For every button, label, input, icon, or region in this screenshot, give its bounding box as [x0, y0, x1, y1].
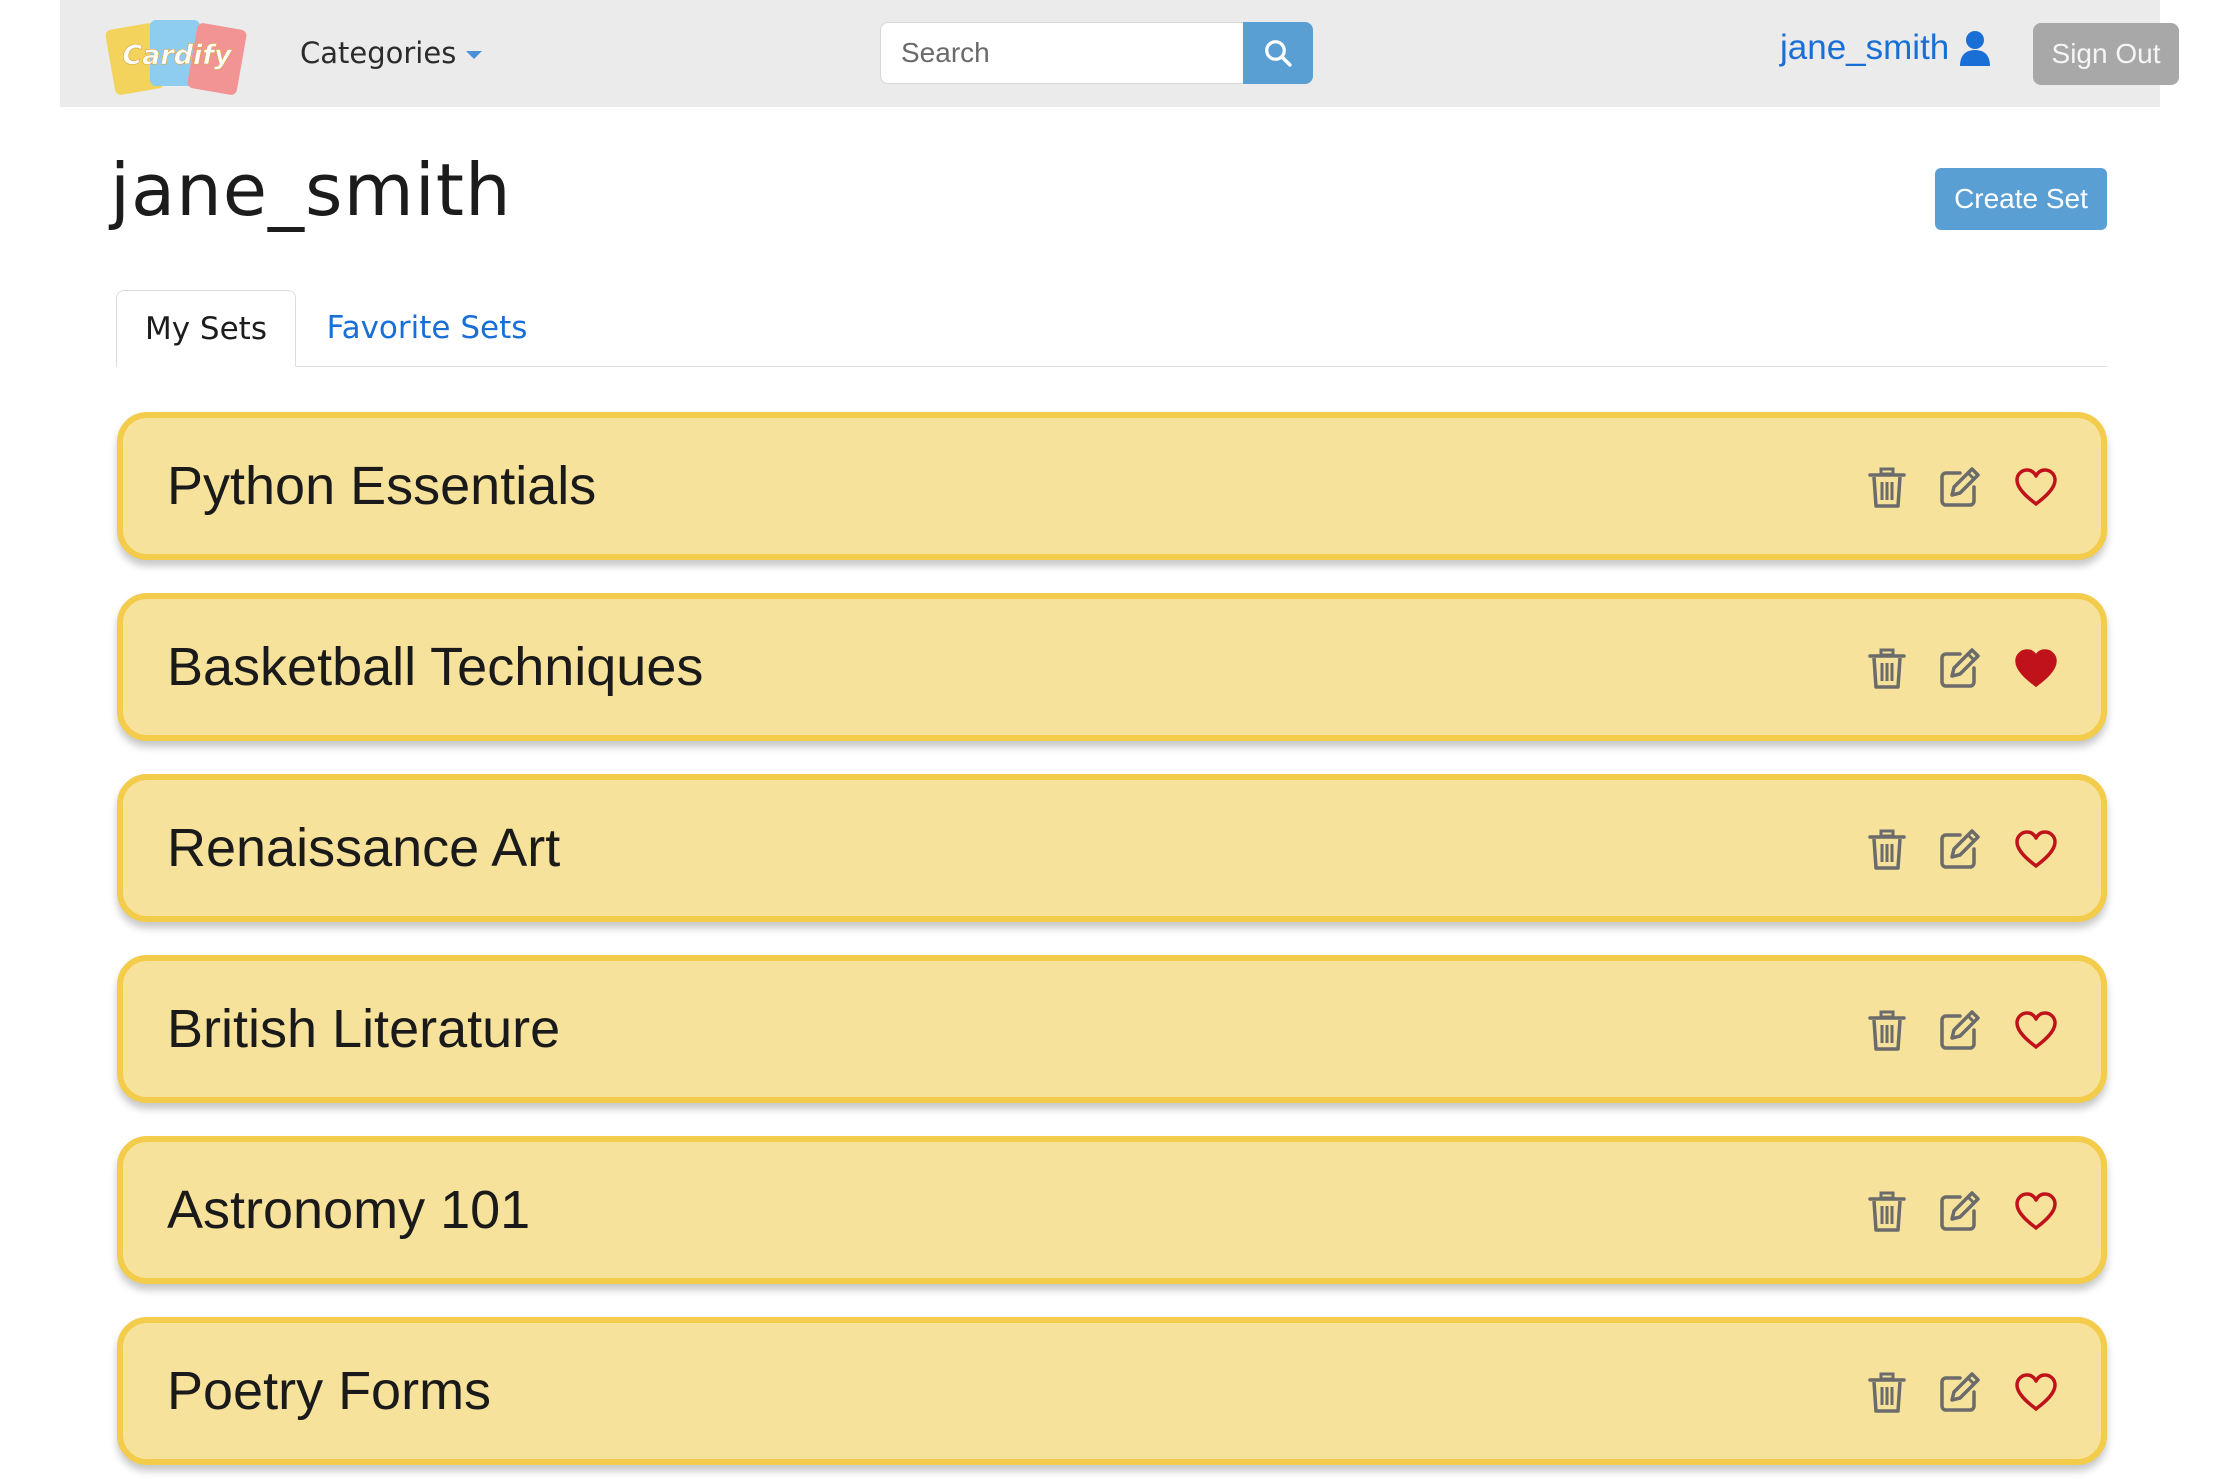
heart-icon[interactable] — [2014, 1007, 2058, 1053]
categories-dropdown[interactable]: Categories — [300, 36, 483, 70]
navbar: Cardify Categories jane_smith Sign Out — [60, 0, 2179, 107]
edit-icon[interactable] — [1938, 1007, 1982, 1053]
trash-icon[interactable] — [1865, 1369, 1909, 1415]
username-label: jane_smith — [1780, 28, 1950, 67]
edit-icon[interactable] — [1938, 826, 1982, 872]
page-title: jane_smith — [110, 148, 512, 232]
set-title[interactable]: Renaissance Art — [167, 780, 560, 916]
sign-out-button[interactable]: Sign Out — [2033, 23, 2179, 85]
set-card[interactable]: Astronomy 101 — [117, 1136, 2107, 1284]
tab-my-sets[interactable]: My Sets — [116, 290, 296, 367]
set-card[interactable]: Python Essentials — [117, 412, 2107, 560]
create-set-button[interactable]: Create Set — [1935, 168, 2107, 230]
set-card[interactable]: Poetry Forms — [117, 1317, 2107, 1465]
set-title[interactable]: British Literature — [167, 961, 560, 1097]
edit-icon[interactable] — [1938, 645, 1982, 691]
heart-icon[interactable] — [2014, 826, 2058, 872]
cardify-logo[interactable]: Cardify — [102, 14, 252, 98]
chevron-down-icon — [466, 51, 483, 59]
set-title[interactable]: Basketball Techniques — [167, 599, 703, 735]
user-profile-link[interactable]: jane_smith — [1780, 28, 1991, 68]
heart-icon[interactable] — [2014, 464, 2058, 510]
trash-icon[interactable] — [1865, 1007, 1909, 1053]
edit-icon[interactable] — [1938, 464, 1982, 510]
logo-text: Cardify — [122, 40, 233, 71]
categories-label: Categories — [300, 36, 457, 70]
search-input[interactable] — [880, 22, 1244, 84]
set-title[interactable]: Poetry Forms — [167, 1323, 491, 1459]
tab-favorite-sets[interactable]: Favorite Sets — [311, 290, 543, 366]
edit-icon[interactable] — [1938, 1369, 1982, 1415]
heart-icon[interactable] — [2014, 645, 2058, 691]
set-title[interactable]: Astronomy 101 — [167, 1142, 530, 1278]
trash-icon[interactable] — [1865, 645, 1909, 691]
edit-icon[interactable] — [1938, 1188, 1982, 1234]
heart-icon[interactable] — [2014, 1188, 2058, 1234]
search-button[interactable] — [1243, 22, 1313, 84]
trash-icon[interactable] — [1865, 826, 1909, 872]
set-card[interactable]: Renaissance Art — [117, 774, 2107, 922]
search-icon — [1265, 40, 1292, 67]
user-icon — [1960, 31, 1991, 66]
trash-icon[interactable] — [1865, 464, 1909, 510]
trash-icon[interactable] — [1865, 1188, 1909, 1234]
set-card[interactable]: Basketball Techniques — [117, 593, 2107, 741]
set-title[interactable]: Python Essentials — [167, 418, 596, 554]
heart-icon[interactable] — [2014, 1369, 2058, 1415]
tab-bar: My Sets Favorite Sets — [116, 290, 2107, 367]
set-card[interactable]: British Literature — [117, 955, 2107, 1103]
